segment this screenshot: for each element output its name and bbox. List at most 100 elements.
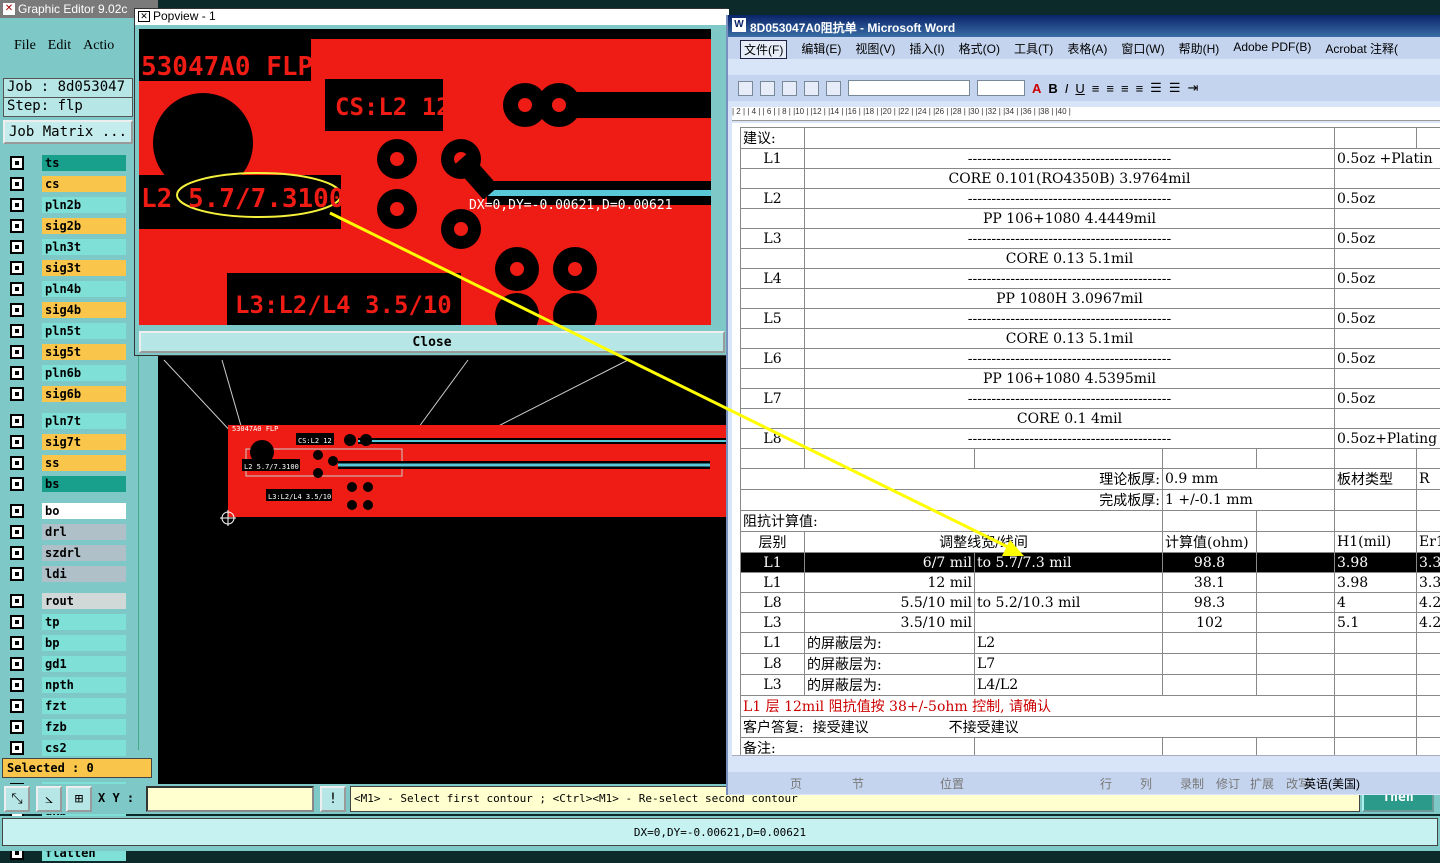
layer-checkbox[interactable] xyxy=(10,219,24,233)
layer-checkbox[interactable] xyxy=(10,282,24,296)
print-icon[interactable] xyxy=(760,81,775,96)
layer-row[interactable]: pln7t xyxy=(4,410,126,431)
layer-checkbox[interactable] xyxy=(10,477,24,491)
menu-actions[interactable]: Actio xyxy=(83,38,114,58)
layer-checkbox[interactable] xyxy=(10,261,24,275)
layer-checkbox[interactable] xyxy=(10,720,24,734)
word-menu-item[interactable]: 视图(V) xyxy=(855,40,895,59)
layer-row[interactable]: gd1 xyxy=(4,653,126,674)
copy-icon[interactable] xyxy=(804,81,819,96)
numbered-list-icon[interactable]: ☰ xyxy=(1150,80,1162,96)
italic-icon[interactable]: I xyxy=(1065,81,1069,96)
layer-checkbox[interactable] xyxy=(10,615,24,629)
word-menu-item[interactable]: Adobe PDF(B) xyxy=(1233,40,1311,59)
xy-input[interactable] xyxy=(146,786,314,812)
layer-row[interactable]: pln6b xyxy=(4,362,126,383)
layer-checkbox[interactable] xyxy=(10,636,24,650)
layer-row[interactable]: tp xyxy=(4,611,126,632)
layer-row[interactable]: ldi xyxy=(4,563,126,584)
layer-row[interactable]: cs2 xyxy=(4,737,126,758)
layer-checkbox[interactable] xyxy=(10,345,24,359)
align-center-icon[interactable]: ≡ xyxy=(1106,81,1114,96)
popview-close-button[interactable]: Close xyxy=(139,331,725,353)
layer-row[interactable]: sig3t xyxy=(4,257,126,278)
layer-row[interactable]: sig2b xyxy=(4,215,126,236)
layer-row[interactable]: ss xyxy=(4,452,126,473)
word-menu-item[interactable]: 文件(F) xyxy=(740,40,787,59)
layer-checkbox[interactable] xyxy=(10,546,24,560)
cut-icon[interactable] xyxy=(782,81,797,96)
graphic-canvas[interactable]: 53047A0 FLP CS:L2 12 L2 5.7/7.3100 L3:L2… xyxy=(158,355,728,785)
word-menu-item[interactable]: 窗口(W) xyxy=(1121,40,1164,59)
align-right-icon[interactable]: ≡ xyxy=(1121,81,1129,96)
layer-checkbox[interactable] xyxy=(10,594,24,608)
layer-row[interactable]: sig5t xyxy=(4,341,126,362)
layer-row[interactable]: pln2b xyxy=(4,194,126,215)
menu-edit[interactable]: Edit xyxy=(48,38,71,58)
layer-checkbox[interactable] xyxy=(10,414,24,428)
job-matrix-button[interactable]: Job Matrix ... xyxy=(3,120,133,144)
layer-row[interactable]: npth xyxy=(4,674,126,695)
layer-checkbox[interactable] xyxy=(10,177,24,191)
alert-icon[interactable]: ! xyxy=(320,786,346,812)
layer-checkbox[interactable] xyxy=(10,303,24,317)
layer-row[interactable]: pln3t xyxy=(4,236,126,257)
layer-checkbox[interactable] xyxy=(10,435,24,449)
layer-checkbox[interactable] xyxy=(10,525,24,539)
size-select[interactable] xyxy=(977,80,1025,96)
layer-checkbox[interactable] xyxy=(10,504,24,518)
measure-icon[interactable]: ⦣ xyxy=(36,786,62,812)
word-menu-item[interactable]: 插入(I) xyxy=(909,40,944,59)
layer-row[interactable]: sig7t xyxy=(4,431,126,452)
layer-checkbox[interactable] xyxy=(10,657,24,671)
layer-row[interactable]: rout xyxy=(4,590,126,611)
word-titlebar[interactable]: W8D053047A0阻抗单 - Microsoft Word xyxy=(728,15,1440,37)
reject-option[interactable]: 不接受建议 xyxy=(949,720,1019,736)
word-horizontal-scrollbar[interactable] xyxy=(732,755,1440,769)
layer-row[interactable]: pln4b xyxy=(4,278,126,299)
layer-checkbox[interactable] xyxy=(10,741,24,755)
layer-row[interactable]: szdrl xyxy=(4,542,126,563)
snap-icon[interactable]: ⤡ xyxy=(4,786,30,812)
font-color-icon[interactable]: A xyxy=(1032,81,1041,96)
layer-row[interactable]: ts xyxy=(4,152,126,173)
layer-checkbox[interactable] xyxy=(10,699,24,713)
layer-row[interactable]: fzt xyxy=(4,695,126,716)
layer-checkbox[interactable] xyxy=(10,366,24,380)
word-menu-item[interactable]: 格式(O) xyxy=(959,40,1000,59)
popview-zoom-image[interactable]: 53047A0 FLP CS:L2 12 L2 5.7/7.3100 L3:L2… xyxy=(139,29,711,325)
layer-row[interactable]: drl xyxy=(4,521,126,542)
word-menu-item[interactable]: 表格(A) xyxy=(1067,40,1107,59)
word-menu-item[interactable]: 帮助(H) xyxy=(1179,40,1220,59)
indent-icon[interactable]: ⇥ xyxy=(1187,80,1198,96)
layer-row[interactable]: sig6b xyxy=(4,383,126,404)
save-icon[interactable] xyxy=(738,81,753,96)
layer-checkbox[interactable] xyxy=(10,240,24,254)
bullet-list-icon[interactable]: ☰ xyxy=(1169,80,1181,96)
accept-option[interactable]: 接受建议 xyxy=(813,720,869,736)
layer-checkbox[interactable] xyxy=(10,567,24,581)
layer-checkbox[interactable] xyxy=(10,456,24,470)
layer-checkbox[interactable] xyxy=(10,387,24,401)
popview-titlebar[interactable]: ✕Popview - 1 xyxy=(135,9,729,25)
layer-row[interactable]: bp xyxy=(4,632,126,653)
justify-icon[interactable]: ≡ xyxy=(1136,81,1144,96)
font-select[interactable] xyxy=(848,80,970,96)
word-menu-item[interactable]: 工具(T) xyxy=(1014,40,1053,59)
bold-icon[interactable]: B xyxy=(1048,81,1057,96)
layer-checkbox[interactable] xyxy=(10,678,24,692)
layer-checkbox[interactable] xyxy=(10,324,24,338)
layer-row[interactable]: pln5t xyxy=(4,320,126,341)
layer-row[interactable]: sig4b xyxy=(4,299,126,320)
underline-icon[interactable]: U xyxy=(1075,81,1084,96)
layer-row[interactable]: cs xyxy=(4,173,126,194)
word-menu-item[interactable]: 编辑(E) xyxy=(801,40,841,59)
layer-checkbox[interactable] xyxy=(10,198,24,212)
word-document[interactable]: 建议:L1-----------------------------------… xyxy=(732,123,1440,755)
layer-checkbox[interactable] xyxy=(10,156,24,170)
grid-icon[interactable]: ⊞ xyxy=(66,786,92,812)
word-menu-item[interactable]: Acrobat 注释( xyxy=(1325,40,1398,59)
align-left-icon[interactable]: ≡ xyxy=(1092,81,1100,96)
layer-row[interactable]: fzb xyxy=(4,716,126,737)
menu-file[interactable]: File xyxy=(14,38,36,58)
